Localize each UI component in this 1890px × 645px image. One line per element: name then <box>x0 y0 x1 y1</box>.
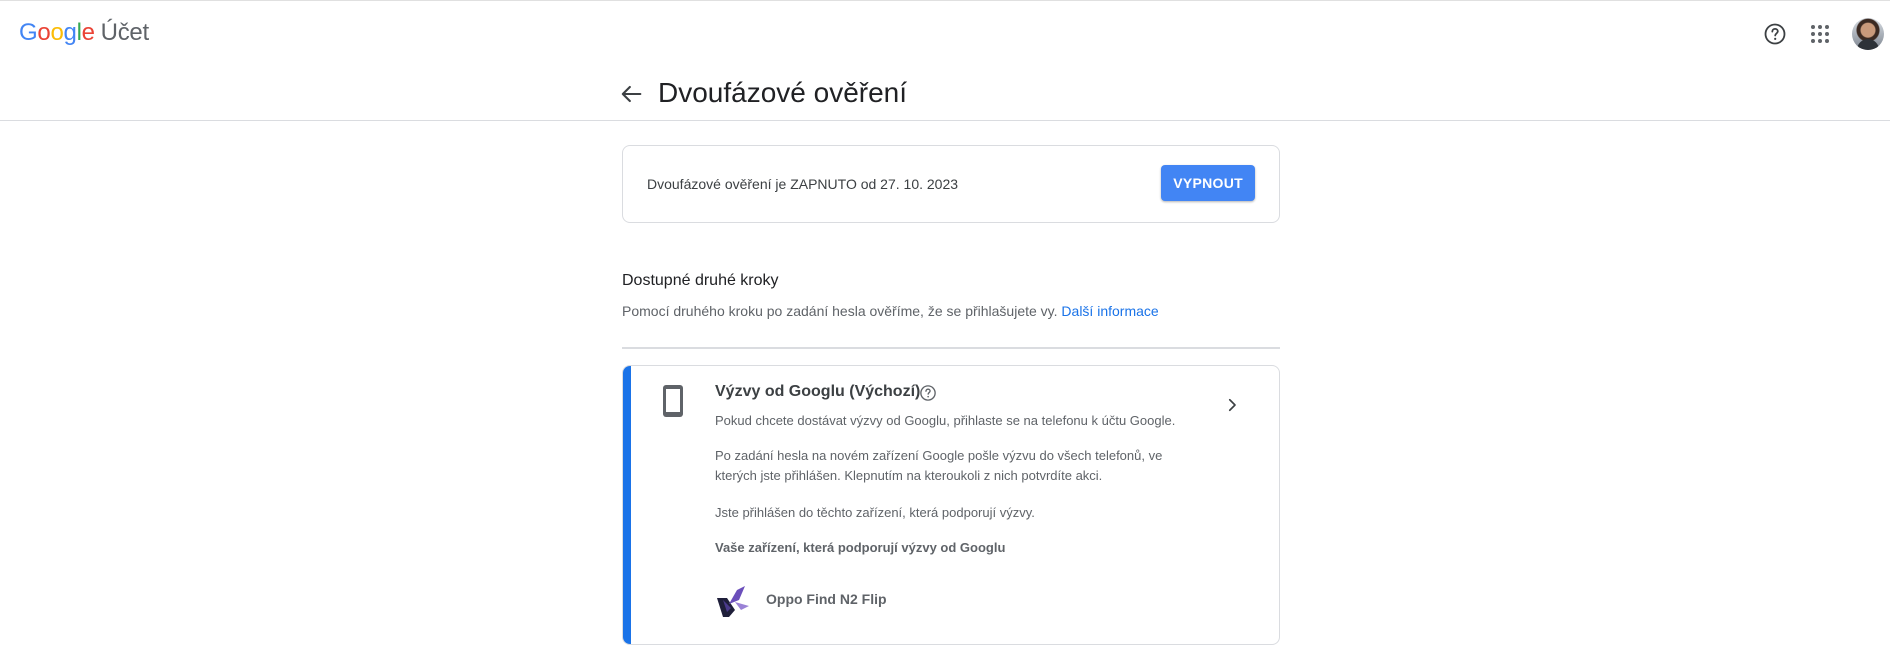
two-step-status-card: Dvoufázové ověření je ZAPNUTO od 27. 10.… <box>622 145 1280 223</box>
section-description-text: Pomocí druhého kroku po zadání hesla ově… <box>622 303 1058 319</box>
card-paragraph: Jste přihlášen do těchto zařízení, která… <box>715 505 1035 520</box>
logo-letter: o <box>50 19 64 46</box>
help-icon[interactable] <box>1763 22 1787 46</box>
help-circle-icon[interactable] <box>919 384 937 402</box>
divider <box>622 347 1280 349</box>
card-paragraph: Po zadání hesla na novém zařízení Google… <box>715 448 1163 483</box>
turn-off-button[interactable]: VYPNOUT <box>1161 165 1255 201</box>
product-name: Účet <box>100 19 149 46</box>
device-logo-icon <box>715 584 751 618</box>
phone-icon <box>661 384 685 418</box>
device-name: Oppo Find N2 Flip <box>766 591 887 607</box>
devices-heading: Vaše zařízení, která podporují výzvy od … <box>715 540 1006 555</box>
selected-accent-bar <box>623 366 631 644</box>
top-app-bar: Google Účet <box>0 0 1890 65</box>
page-title: Dvoufázové ověření <box>658 77 908 108</box>
back-arrow-icon[interactable] <box>617 80 645 108</box>
google-account-logo[interactable]: Google Účet <box>19 19 149 47</box>
section-description: Pomocí druhého kroku po zadání hesla ově… <box>622 303 1159 319</box>
status-text: Dvoufázové ověření je ZAPNUTO od 27. 10.… <box>647 176 959 192</box>
logo-letter: e <box>81 19 95 46</box>
avatar[interactable] <box>1852 18 1884 50</box>
card-paragraph: Pokud chcete dostávat výzvy od Googlu, p… <box>715 413 1176 428</box>
logo-letter: G <box>19 19 38 46</box>
apps-icon[interactable] <box>1808 22 1832 46</box>
google-prompts-card[interactable]: Výzvy od Googlu (Výchozí) Pokud chcete d… <box>622 365 1280 645</box>
logo-letter: o <box>37 19 51 46</box>
chevron-right-icon[interactable] <box>1223 396 1241 414</box>
section-title: Dostupné druhé kroky <box>622 272 779 289</box>
card-title: Výzvy od Googlu (Výchozí) <box>715 383 921 400</box>
more-info-link[interactable]: Další informace <box>1061 303 1158 319</box>
logo-letter: g <box>63 19 77 46</box>
page-header <box>0 64 1890 121</box>
